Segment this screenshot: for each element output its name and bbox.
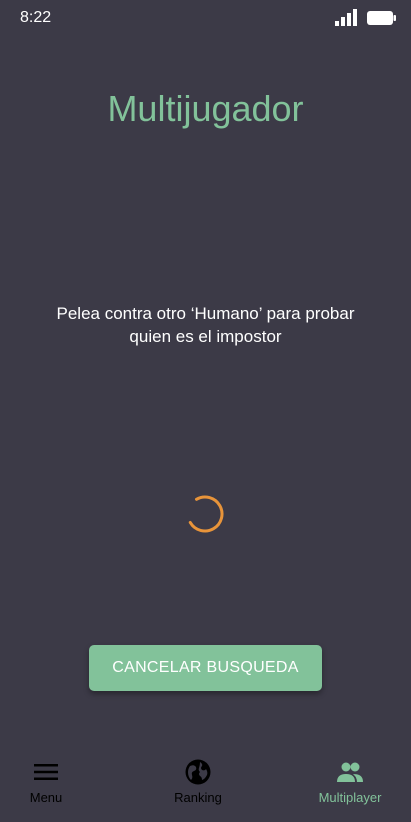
signal-icon	[335, 9, 357, 26]
menu-icon	[34, 764, 58, 780]
cancel-search-button[interactable]: CANCELAR BUSQUEDA	[89, 645, 322, 691]
status-bar: 8:22	[0, 0, 411, 36]
nav-item-multiplayer[interactable]: Multiplayer	[290, 752, 410, 812]
nav-item-menu[interactable]: Menu	[0, 752, 106, 812]
nav-item-ranking[interactable]: Ranking	[138, 752, 258, 812]
description-text: Pelea contra otro ‘Humano’ para probar q…	[56, 304, 355, 346]
status-time: 8:22	[20, 9, 52, 26]
nav-label-menu: Menu	[29, 790, 63, 805]
battery-icon	[367, 11, 396, 25]
page-title: Multijugador	[107, 88, 304, 129]
nav-label-ranking: Ranking	[174, 790, 222, 805]
bottom-nav: Menu Ranking Multiplayer	[0, 752, 411, 812]
globe-icon	[185, 759, 211, 785]
loading-spinner-icon	[186, 495, 224, 533]
people-icon	[337, 762, 363, 782]
nav-label-multiplayer: Multiplayer	[318, 790, 382, 805]
